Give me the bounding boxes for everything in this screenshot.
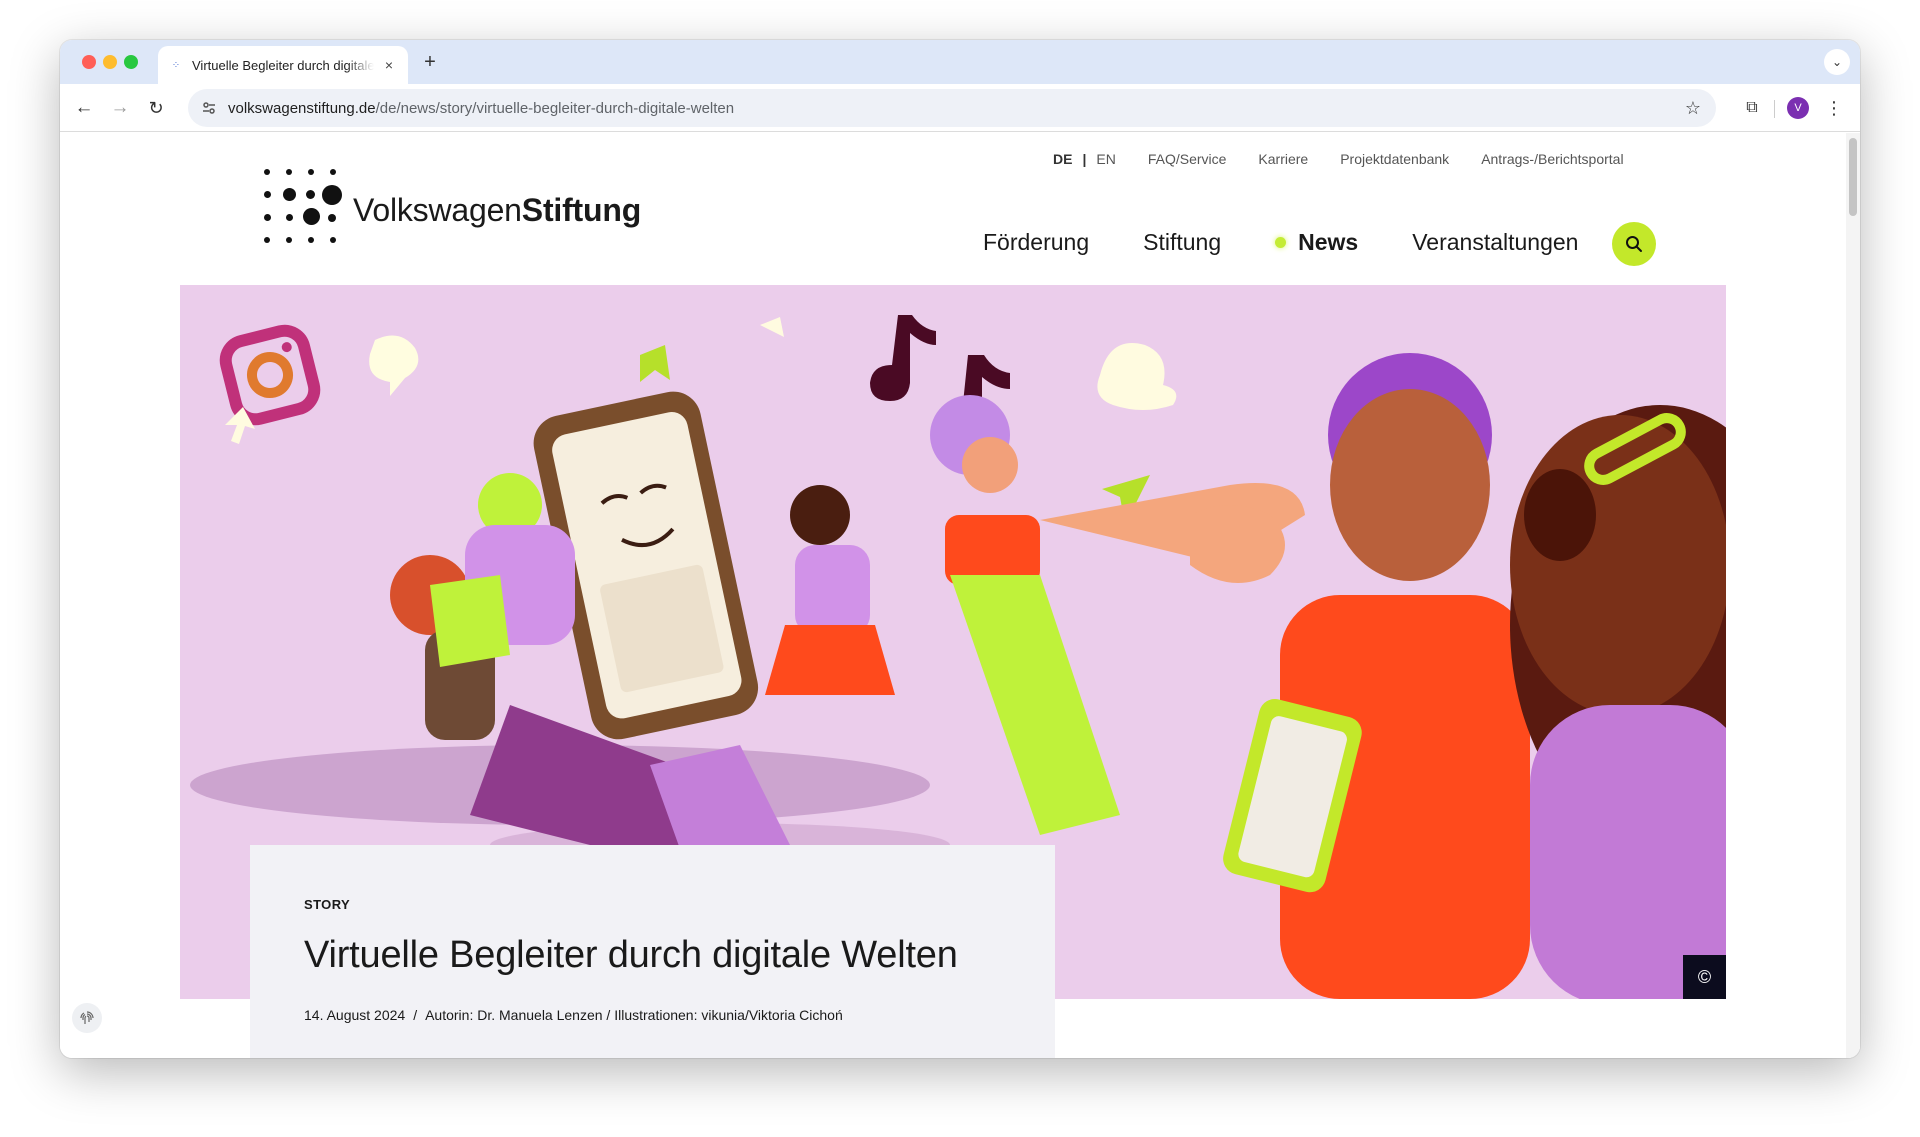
lang-de-link[interactable]: DE bbox=[1053, 151, 1072, 167]
new-tab-button[interactable]: + bbox=[418, 50, 442, 74]
reload-button[interactable]: ↻ bbox=[142, 94, 170, 122]
site-logo[interactable]: VolkswagenStiftung bbox=[255, 168, 641, 252]
bookmark-star-icon[interactable]: ☆ bbox=[1682, 97, 1704, 119]
logo-text-bold: Stiftung bbox=[521, 191, 642, 228]
lang-separator: | bbox=[1082, 151, 1087, 167]
nav-item-news[interactable]: News bbox=[1275, 229, 1358, 256]
article-credits: Autorin: Dr. Manuela Lenzen / Illustrati… bbox=[425, 1007, 843, 1023]
browser-menu-icon[interactable]: ⋮ bbox=[1822, 96, 1846, 120]
search-button[interactable] bbox=[1612, 222, 1656, 266]
browser-tab-active[interactable]: ⁘ Virtuelle Begleiter durch digitale Wel… bbox=[158, 46, 408, 84]
image-copyright-button[interactable]: © bbox=[1683, 955, 1726, 999]
page-scrollbar[interactable] bbox=[1846, 133, 1860, 1058]
meta-link-projektdatenbank[interactable]: Projektdatenbank bbox=[1340, 151, 1449, 167]
minimize-window-button[interactable] bbox=[103, 55, 117, 69]
meta-link-antragsportal[interactable]: Antrags-/Berichtsportal bbox=[1481, 151, 1623, 167]
article-date: 14. August 2024 bbox=[304, 1007, 406, 1023]
active-indicator-dot bbox=[1275, 237, 1287, 248]
browser-window: ⁘ Virtuelle Begleiter durch digitale Wel… bbox=[60, 40, 1860, 1058]
back-button[interactable]: ← bbox=[70, 94, 98, 122]
tab-close-icon[interactable]: × bbox=[380, 56, 398, 74]
site-favicon-icon: ⁘ bbox=[171, 59, 181, 71]
logo-dots-icon bbox=[255, 168, 342, 252]
site-settings-icon[interactable] bbox=[198, 97, 220, 119]
search-icon bbox=[1626, 236, 1642, 252]
nav-item-foerderung[interactable]: Förderung bbox=[983, 229, 1089, 256]
page-viewport: VolkswagenStiftung DE | EN FAQ/Service K… bbox=[60, 133, 1860, 1058]
byline-separator: / bbox=[413, 1007, 418, 1023]
instagram-icon bbox=[219, 324, 321, 426]
url-text[interactable]: volkswagenstiftung.de/de/news/story/virt… bbox=[228, 100, 734, 117]
logo-wordmark: VolkswagenStiftung bbox=[353, 192, 641, 229]
url-domain: volkswagenstiftung.de bbox=[228, 99, 376, 117]
nav-item-stiftung[interactable]: Stiftung bbox=[1143, 229, 1221, 256]
tab-title: Virtuelle Begleiter durch digitale Welte… bbox=[192, 57, 374, 73]
meta-link-faq[interactable]: FAQ/Service bbox=[1148, 151, 1227, 167]
logo-text-light: Volkswagen bbox=[353, 191, 522, 228]
nav-item-news-label: News bbox=[1298, 229, 1359, 255]
meta-navigation: DE | EN FAQ/Service Karriere Projektdate… bbox=[1053, 151, 1624, 167]
article-byline: 14. August 2024 / Autorin: Dr. Manuela Len… bbox=[304, 1007, 1001, 1023]
maximize-window-button[interactable] bbox=[124, 55, 138, 69]
nav-item-veranstaltungen[interactable]: Veranstaltungen bbox=[1412, 229, 1578, 256]
article-title: Virtuelle Begleiter durch digitale Welte… bbox=[304, 934, 958, 976]
close-window-button[interactable] bbox=[82, 55, 96, 69]
address-bar[interactable]: volkswagenstiftung.de/de/news/story/virt… bbox=[188, 89, 1716, 127]
main-navigation: Förderung Stiftung News Veranstaltungen bbox=[983, 229, 1632, 256]
lang-en-link[interactable]: EN bbox=[1096, 151, 1115, 167]
forward-button[interactable]: → bbox=[106, 94, 134, 122]
extensions-icon[interactable]: ⧉ bbox=[1740, 96, 1764, 120]
article-category: STORY bbox=[304, 897, 351, 912]
profile-avatar[interactable]: V bbox=[1787, 97, 1809, 119]
scrollbar-thumb[interactable] bbox=[1849, 138, 1857, 216]
cookie-settings-fingerprint-icon[interactable] bbox=[72, 1003, 102, 1033]
url-path: /de/news/story/virtuelle-begleiter-durch… bbox=[375, 99, 735, 117]
article-header-card: STORY Virtuelle Begleiter durch digitale… bbox=[250, 845, 1055, 1058]
tab-list-chevron-icon[interactable]: ⌄ bbox=[1824, 49, 1850, 75]
meta-link-karriere[interactable]: Karriere bbox=[1258, 151, 1308, 167]
toolbar-divider bbox=[1774, 100, 1775, 118]
tab-strip: ⁘ Virtuelle Begleiter durch digitale Wel… bbox=[60, 40, 1860, 84]
browser-toolbar: ← → ↻ volkswagenstiftung.de/de/news/stor… bbox=[60, 84, 1860, 132]
